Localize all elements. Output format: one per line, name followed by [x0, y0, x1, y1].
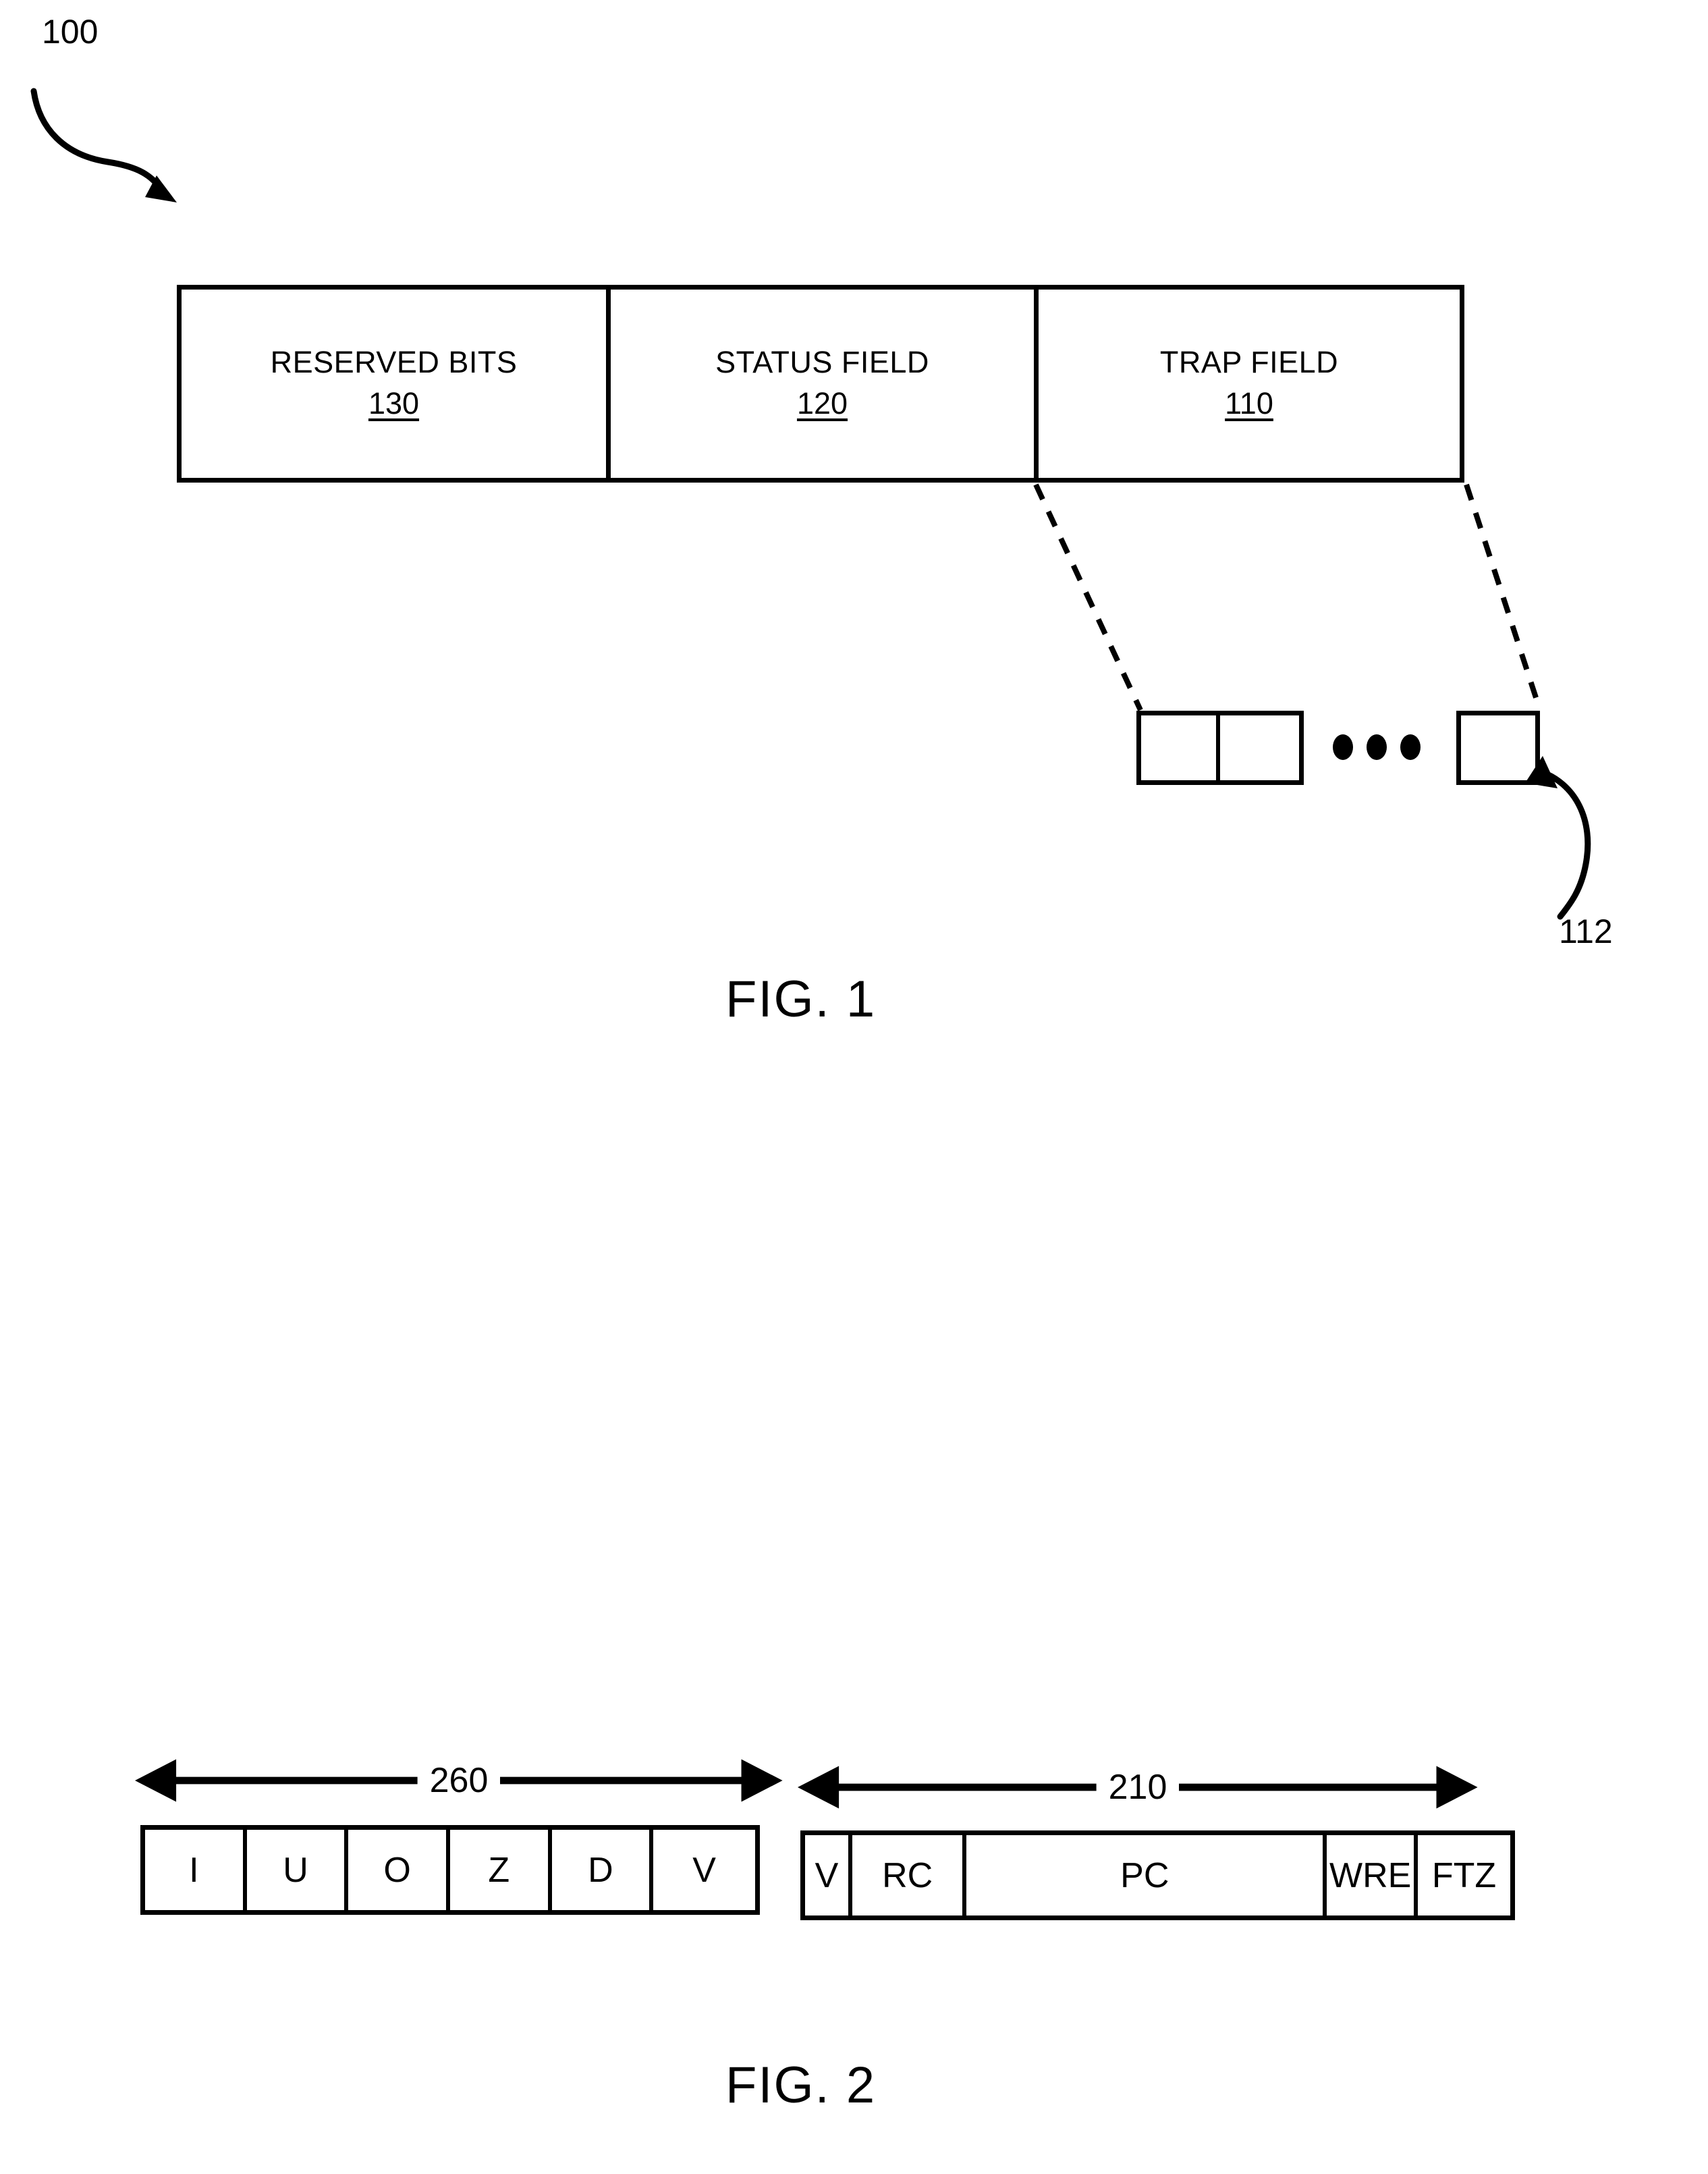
arrow-left-icon	[798, 1766, 1097, 1809]
bitfield-cell-ftz: FTZ	[1418, 1835, 1510, 1915]
bitfield-cell-d: D	[552, 1830, 654, 1910]
ellipsis-dot-icon	[1367, 734, 1387, 760]
register-cell-reserved-bits-title: RESERVED BITS	[270, 344, 518, 379]
bitfield-cell-v: V	[653, 1830, 755, 1910]
register-cell-status-field-title: STATUS FIELD	[715, 344, 929, 379]
patent-drawing-sheet: 100 RESERVED BITS 130 STATUS FIELD 120 T…	[0, 0, 1708, 2174]
bitfield-cell-i-label: I	[189, 1850, 199, 1890]
bitfield-cell-pc: PC	[966, 1835, 1327, 1915]
bitfield-cell-wre-label: WRE	[1329, 1855, 1412, 1895]
register-cell-trap-field-title: TRAP FIELD	[1159, 344, 1339, 379]
trap-bit-box-pair	[1136, 711, 1304, 785]
dimension-arrow-260: 260	[135, 1757, 783, 1804]
bitfield-cell-z-label: Z	[488, 1850, 510, 1890]
bitfield-cell-pc-label: PC	[1120, 1855, 1169, 1895]
register-cell-status-field-ref: 120	[796, 386, 848, 421]
reference-numeral-112: 112	[1559, 913, 1613, 950]
arrow-right-icon	[1179, 1766, 1478, 1809]
bitfield-cell-ftz-label: FTZ	[1431, 1855, 1497, 1895]
register-cell-status-field: STATUS FIELD 120	[611, 290, 1039, 478]
arrow-left-icon	[135, 1759, 418, 1802]
trap-bit-box	[1220, 715, 1299, 780]
bitfield-cell-rc-label: RC	[882, 1855, 933, 1895]
register-cell-reserved-bits: RESERVED BITS 130	[182, 290, 611, 478]
register-cell-reserved-bits-ref: 130	[368, 386, 420, 421]
lead-line-112-icon	[1525, 756, 1591, 920]
trap-bit-box	[1141, 715, 1220, 780]
dimension-arrow-210: 210	[798, 1764, 1478, 1811]
bitfield-cell-d-label: D	[588, 1850, 613, 1890]
explosion-leader-lines-icon	[1033, 483, 1543, 711]
bitfield-register-260: I U O Z D V	[140, 1825, 760, 1915]
bitfield-cell-rc: RC	[852, 1835, 967, 1915]
dimension-arrow-260-label: 260	[429, 1761, 489, 1800]
bitfield-cell-wre: WRE	[1327, 1835, 1418, 1915]
trap-status-register-100: RESERVED BITS 130 STATUS FIELD 120 TRAP …	[177, 285, 1464, 483]
bitfield-cell-u: U	[247, 1830, 349, 1910]
bitfield-cell-z: Z	[450, 1830, 552, 1910]
ellipsis-dots-icon	[1333, 732, 1421, 762]
ellipsis-dot-icon	[1333, 734, 1353, 760]
register-cell-trap-field-ref: 110	[1225, 386, 1273, 421]
bitfield-cell-v-label: V	[692, 1850, 716, 1890]
figure-2-caption: FIG. 2	[725, 2057, 877, 2114]
ellipsis-dot-icon	[1400, 734, 1421, 760]
bitfield-cell-v: V	[805, 1835, 852, 1915]
bitfield-cell-o-label: O	[383, 1850, 411, 1890]
bitfield-cell-o: O	[348, 1830, 450, 1910]
dimension-arrow-210-label: 210	[1108, 1768, 1167, 1807]
bitfield-cell-v-label: V	[815, 1855, 839, 1895]
figure-1-caption: FIG. 1	[725, 971, 877, 1028]
bitfield-cell-u-label: U	[283, 1850, 308, 1890]
arrow-right-icon	[500, 1759, 783, 1802]
bitfield-cell-i: I	[145, 1830, 247, 1910]
lead-line-100-icon	[30, 88, 177, 202]
bitfield-register-210: V RC PC WRE FTZ	[800, 1830, 1515, 1920]
register-cell-trap-field: TRAP FIELD 110	[1039, 290, 1460, 478]
reference-numeral-100: 100	[42, 13, 99, 51]
